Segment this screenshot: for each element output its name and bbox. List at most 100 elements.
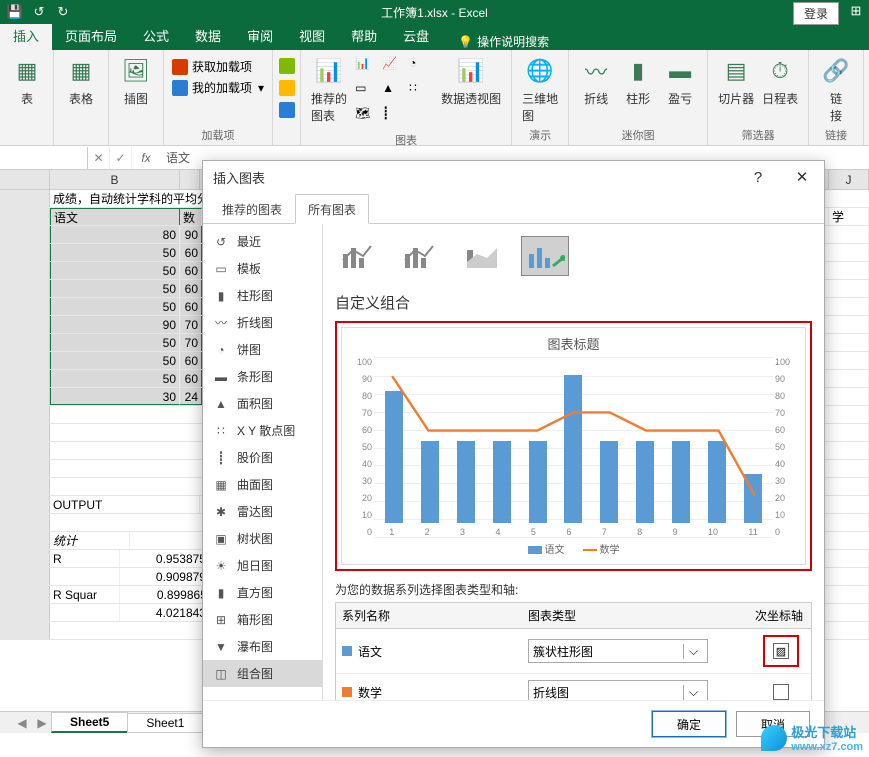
chart-type-11[interactable]: ▣树状图 <box>203 525 322 552</box>
sheet-tab-active[interactable]: Sheet5 <box>51 712 128 733</box>
table-cell[interactable]: 80 <box>50 226 180 243</box>
series-1-type-dropdown[interactable]: 簇状柱形图⌵ <box>528 639 708 663</box>
sparkline-line-button[interactable]: 〰折线 <box>575 54 617 107</box>
close-icon[interactable]: ✕ <box>790 165 814 189</box>
tab-view[interactable]: 视图 <box>286 21 338 50</box>
chart-type-8[interactable]: ┋股价图 <box>203 444 322 471</box>
combo-subtype-custom[interactable] <box>521 236 569 276</box>
table-cell[interactable]: 30 <box>50 388 180 405</box>
chart-type-0[interactable]: ↺最近 <box>203 228 322 255</box>
column-chart-icon[interactable]: 📊 <box>355 56 379 78</box>
table-cell[interactable]: 24 <box>180 388 202 405</box>
table-cell[interactable]: 50 <box>50 298 180 315</box>
chart-type-10[interactable]: ✱雷达图 <box>203 498 322 525</box>
people-graph-icon[interactable] <box>279 80 295 96</box>
series-2-secondary-axis-checkbox[interactable] <box>773 684 789 700</box>
tab-formulas[interactable]: 公式 <box>130 21 182 50</box>
visio-icon[interactable] <box>279 102 295 118</box>
tab-help[interactable]: 帮助 <box>338 21 390 50</box>
sparkline-winloss-button[interactable]: ▬盈亏 <box>659 54 701 107</box>
dialog-tab-recommended[interactable]: 推荐的图表 <box>209 194 295 224</box>
table-cell[interactable]: 50 <box>50 334 180 351</box>
chart-type-6[interactable]: ▲面积图 <box>203 390 322 417</box>
table-cell[interactable]: 50 <box>50 244 180 261</box>
illustrations-button[interactable]: 🖼插图 <box>115 54 157 107</box>
cell-header[interactable]: 语文 <box>50 208 180 225</box>
save-icon[interactable]: 💾 <box>4 1 26 23</box>
ribbon-options-icon[interactable]: ⊞ <box>845 0 867 22</box>
enter-formula-icon[interactable]: ✓ <box>110 147 132 169</box>
next-sheet-icon[interactable]: ▶ <box>32 716 52 730</box>
table-cell[interactable]: 50 <box>50 370 180 387</box>
login-button[interactable]: 登录 <box>793 2 839 25</box>
line-chart-icon[interactable]: 📈 <box>382 56 406 78</box>
ribbon-tabs: 插入 页面布局 公式 数据 审阅 视图 帮助 云盘 💡 操作说明搜索 <box>0 24 869 50</box>
pie-chart-icon[interactable]: ◔ <box>409 56 433 78</box>
area-chart-icon[interactable]: ▲ <box>382 81 406 103</box>
chart-type-12[interactable]: ☀旭日图 <box>203 552 322 579</box>
name-box[interactable] <box>0 147 88 169</box>
tab-page-layout[interactable]: 页面布局 <box>52 21 130 50</box>
ok-button[interactable]: 确定 <box>652 711 726 737</box>
pivotchart-button[interactable]: 📊数据透视图 <box>437 54 505 107</box>
table-cell[interactable]: 60 <box>180 262 202 279</box>
tab-insert[interactable]: 插入 <box>0 21 52 50</box>
partial-button[interactable]: ▦表 <box>6 54 48 107</box>
prev-sheet-icon[interactable]: ◀ <box>12 716 32 730</box>
series-1-secondary-axis-checkbox[interactable]: ▨ <box>773 643 789 659</box>
table-cell[interactable]: 60 <box>180 352 202 369</box>
combo-subtype-1[interactable] <box>335 236 383 276</box>
sparkline-column-button[interactable]: ▮柱形 <box>617 54 659 107</box>
series-2-type-dropdown[interactable]: 折线图⌵ <box>528 680 708 700</box>
dialog-tab-all[interactable]: 所有图表 <box>295 194 369 224</box>
table-cell[interactable]: 90 <box>180 226 202 243</box>
chart-type-4[interactable]: ◔饼图 <box>203 336 322 363</box>
3d-map-button[interactable]: 🌐三维地 图 <box>518 54 562 124</box>
stock-chart-icon[interactable]: ┋ <box>382 106 406 128</box>
my-addins-button[interactable]: 我的加载项▾ <box>172 79 264 96</box>
bar-chart-icon[interactable]: ▭ <box>355 81 379 103</box>
table-cell[interactable]: 60 <box>180 370 202 387</box>
chart-type-5[interactable]: ▬条形图 <box>203 363 322 390</box>
table-cell[interactable]: 50 <box>50 352 180 369</box>
redo-icon[interactable]: ↻ <box>52 1 74 23</box>
tab-cloud[interactable]: 云盘 <box>390 21 442 50</box>
chart-type-9[interactable]: ▦曲面图 <box>203 471 322 498</box>
chart-type-14[interactable]: ⊞箱形图 <box>203 606 322 633</box>
chart-type-3[interactable]: 〰折线图 <box>203 309 322 336</box>
table-cell[interactable]: 50 <box>50 262 180 279</box>
fx-icon[interactable]: fx <box>132 151 160 165</box>
scatter-chart-icon[interactable]: ∷ <box>409 81 433 103</box>
chart-type-1[interactable]: ▭模板 <box>203 255 322 282</box>
chart-type-15[interactable]: ▼瀑布图 <box>203 633 322 660</box>
combo-subtype-3[interactable] <box>459 236 507 276</box>
bing-maps-icon[interactable] <box>279 58 295 74</box>
undo-icon[interactable]: ↺ <box>28 1 50 23</box>
help-icon[interactable]: ? <box>746 165 770 189</box>
table-cell[interactable]: 70 <box>180 334 202 351</box>
recommended-charts-button[interactable]: 📊推荐的 图表 <box>307 54 351 124</box>
table-cell[interactable]: 60 <box>180 244 202 261</box>
table-cell[interactable]: 60 <box>180 280 202 297</box>
chart-type-icon: ⊞ <box>213 612 229 628</box>
table-cell[interactable]: 70 <box>180 316 202 333</box>
combo-subtype-2[interactable] <box>397 236 445 276</box>
link-button[interactable]: 🔗链 接 <box>815 54 857 124</box>
map-chart-icon[interactable]: 🗺 <box>355 106 379 128</box>
tab-data[interactable]: 数据 <box>182 21 234 50</box>
timeline-button[interactable]: ⏱日程表 <box>758 54 802 107</box>
table-cell[interactable]: 60 <box>180 298 202 315</box>
tell-me-search[interactable]: 💡 操作说明搜索 <box>448 33 559 50</box>
chart-type-16[interactable]: ◫组合图 <box>203 660 322 687</box>
sheet-tab[interactable]: Sheet1 <box>127 713 203 733</box>
cancel-formula-icon[interactable]: ✕ <box>88 147 110 169</box>
slicer-button[interactable]: ▤切片器 <box>714 54 758 107</box>
table-cell[interactable]: 50 <box>50 280 180 297</box>
table-cell[interactable]: 90 <box>50 316 180 333</box>
chart-type-7[interactable]: ∷X Y 散点图 <box>203 417 322 444</box>
get-addins-button[interactable]: 获取加载项 <box>172 58 252 75</box>
chart-type-13[interactable]: ▮直方图 <box>203 579 322 606</box>
chart-type-2[interactable]: ▮柱形图 <box>203 282 322 309</box>
table-button[interactable]: ▦表格 <box>60 54 102 107</box>
tab-review[interactable]: 审阅 <box>234 21 286 50</box>
